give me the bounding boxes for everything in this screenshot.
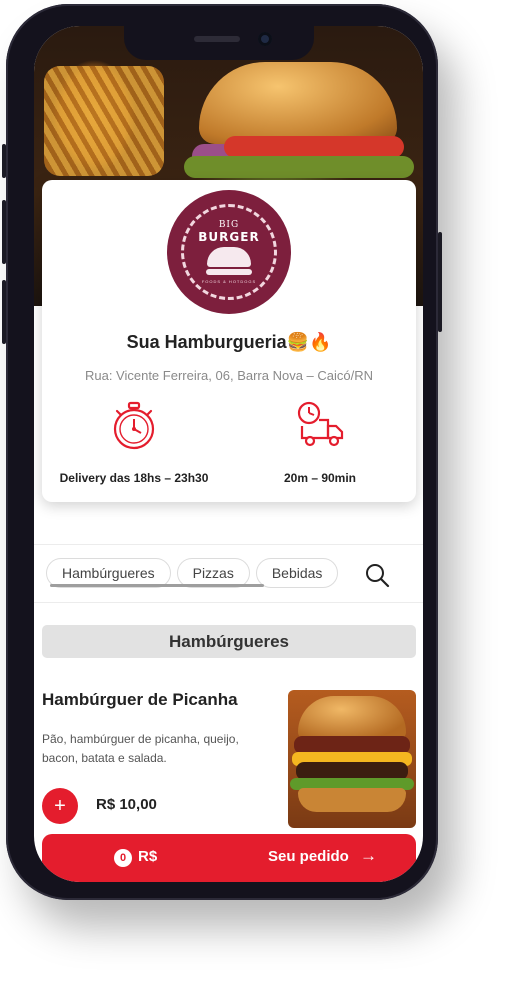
- fries-image: [44, 66, 164, 176]
- tab-bebidas[interactable]: Bebidas: [255, 558, 339, 588]
- mute-switch: [2, 144, 6, 178]
- add-to-cart-button[interactable]: +: [42, 788, 78, 824]
- store-address: Rua: Vicente Ferreira, 06, Barra Nova – …: [84, 368, 374, 383]
- store-logo: BIG BURGER FOODS & HOTDOGS: [167, 190, 291, 314]
- speaker: [194, 36, 240, 42]
- product-bun-bottom: [298, 788, 406, 812]
- logo-bun-icon: [206, 247, 251, 267]
- phone-frame: BIG BURGER FOODS & HOTDOGS Sua Hamburgue…: [2, 4, 442, 900]
- volume-down-button: [2, 280, 6, 344]
- delivery-hours-text: Delivery das 18hs – 23h30: [59, 471, 209, 485]
- arrow-right-icon: →: [360, 846, 377, 865]
- delivery-hours: Delivery das 18hs – 23h30: [44, 400, 224, 485]
- product-name[interactable]: Hambúrguer de Picanha: [42, 690, 238, 710]
- burger-lettuce: [184, 156, 414, 178]
- volume-up-button: [2, 200, 6, 264]
- store-name: Sua Hamburgueria🍔🔥: [126, 332, 332, 352]
- search-icon[interactable]: [364, 562, 390, 588]
- product-description: Pão, hambúrguer de picanha, queijo, baco…: [42, 732, 239, 765]
- order-label: Seu pedido: [268, 848, 349, 865]
- order-total: R$: [138, 848, 158, 865]
- delivery-time: 20m – 90min: [230, 400, 410, 485]
- delivery-truck-icon: [297, 401, 344, 447]
- notch: [124, 26, 314, 60]
- order-bar[interactable]: 0 R$ Seu pedido →: [42, 834, 416, 882]
- logo-content: BIG BURGER FOODS & HOTDOGS: [198, 220, 259, 284]
- power-button: [438, 232, 442, 332]
- tabs-scrollbar[interactable]: [50, 584, 264, 587]
- logo-text-main: BURGER: [198, 230, 260, 244]
- stopwatch-icon: [113, 401, 155, 450]
- product-bun-top: [298, 696, 406, 740]
- logo-text-top: BIG: [218, 220, 240, 230]
- store-info-card: BIG BURGER FOODS & HOTDOGS Sua Hamburgue…: [42, 180, 416, 502]
- app-screen: BIG BURGER FOODS & HOTDOGS Sua Hamburgue…: [34, 26, 423, 882]
- logo-tagline: FOODS & HOTDOGS: [201, 279, 257, 284]
- delivery-time-text: 20m – 90min: [283, 471, 357, 485]
- section-title: Hambúrgueres: [42, 625, 416, 658]
- divider: [34, 544, 423, 545]
- order-count-badge: 0: [114, 849, 132, 867]
- product-image[interactable]: [288, 690, 416, 828]
- burger-tomato: [224, 136, 404, 158]
- divider: [34, 602, 423, 603]
- product-price: R$ 10,00: [96, 796, 157, 813]
- burger-bun: [199, 62, 397, 144]
- front-camera: [258, 32, 272, 46]
- logo-patty-icon: [205, 269, 252, 275]
